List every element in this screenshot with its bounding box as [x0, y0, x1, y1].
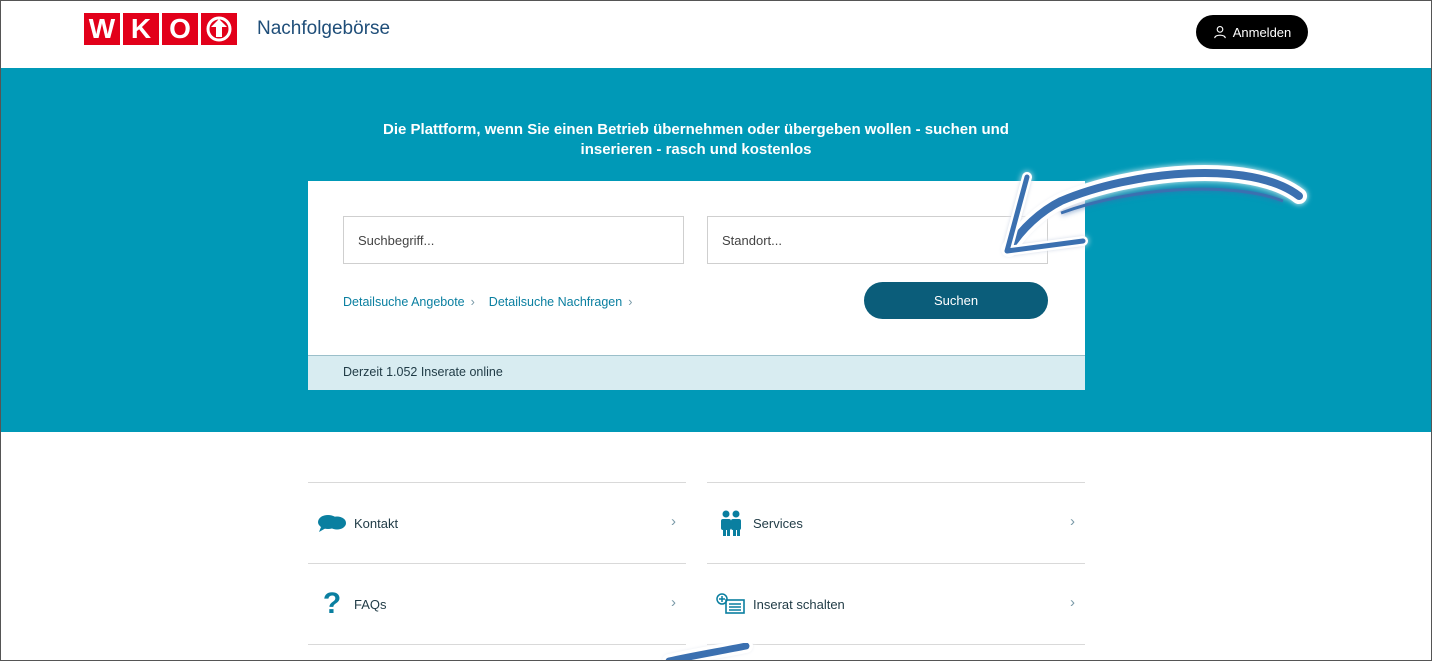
tile-services-label: Services: [753, 516, 803, 531]
chevron-right-icon: ›: [671, 594, 676, 611]
detail-search-links: Detailsuche Angebote › Detailsuche Nachfr…: [343, 295, 632, 309]
listing-count-text: Derzeit 1.052 Inserate online: [343, 365, 503, 379]
hero-title: Die Plattform, wenn Sie einen Betrieb üb…: [301, 120, 1091, 160]
logo-letter-w: W: [84, 13, 120, 45]
question-icon: ?: [322, 587, 342, 620]
tile-kontakt[interactable]: Kontakt ›: [308, 482, 686, 563]
detail-search-requests-link[interactable]: Detailsuche Nachfragen ›: [489, 295, 633, 309]
hero-title-line-2: inserieren - rasch und kostenlos: [580, 141, 812, 158]
arrow-to-tiles: [662, 639, 753, 660]
chat-bubbles-icon: [316, 509, 348, 537]
logo-arrow-icon: [201, 13, 237, 45]
hero-title-line-1: Die Plattform, wenn Sie einen Betrieb üb…: [383, 121, 1009, 138]
chevron-right-icon: ›: [1070, 513, 1075, 530]
logo-letter-o: O: [162, 13, 198, 45]
login-label: Anmelden: [1232, 24, 1292, 40]
site-brand[interactable]: Nachfolgebörse: [257, 18, 390, 40]
detail-search-requests-label: Detailsuche Nachfragen: [488, 295, 623, 309]
chevron-right-icon: ›: [628, 295, 633, 309]
search-button[interactable]: Suchen: [864, 282, 1048, 319]
chevron-right-icon: ›: [671, 513, 676, 530]
user-icon: [1213, 26, 1226, 39]
add-listing-icon: [715, 590, 747, 618]
divider: [308, 644, 686, 645]
tile-faqs[interactable]: ? FAQs ›: [308, 563, 686, 644]
divider: [707, 644, 1085, 645]
chevron-right-icon: ›: [470, 295, 475, 309]
listing-count-bar: Derzeit 1.052 Inserate online: [308, 355, 1085, 390]
tile-inserat-label: Inserat schalten: [753, 597, 845, 612]
chevron-right-icon: ›: [1070, 594, 1075, 611]
location-field[interactable]: [707, 216, 1048, 264]
search-term-field[interactable]: [343, 216, 684, 264]
people-icon: [715, 509, 747, 537]
hero-section: Die Plattform, wenn Sie einen Betrieb üb…: [1, 68, 1431, 432]
detail-search-offers-label: Detailsuche Angebote: [343, 295, 465, 309]
page-frame: W K O Nachfolgebörse Anmelden Die Plattf…: [0, 0, 1432, 661]
site-header: W K O Nachfolgebörse Anmelden: [1, 1, 1431, 68]
detail-search-offers-link[interactable]: Detailsuche Angebote ›: [343, 295, 475, 309]
tile-faqs-label: FAQs: [354, 597, 387, 612]
login-button[interactable]: Anmelden: [1196, 15, 1308, 49]
logo-letter-k: K: [123, 13, 159, 45]
wko-logo[interactable]: W K O: [84, 13, 237, 45]
tile-services[interactable]: Services ›: [707, 482, 1085, 563]
search-input[interactable]: [344, 217, 683, 263]
tile-kontakt-label: Kontakt: [354, 516, 399, 531]
location-input[interactable]: [708, 217, 1047, 263]
tile-inserat[interactable]: Inserat schalten ›: [707, 563, 1085, 644]
